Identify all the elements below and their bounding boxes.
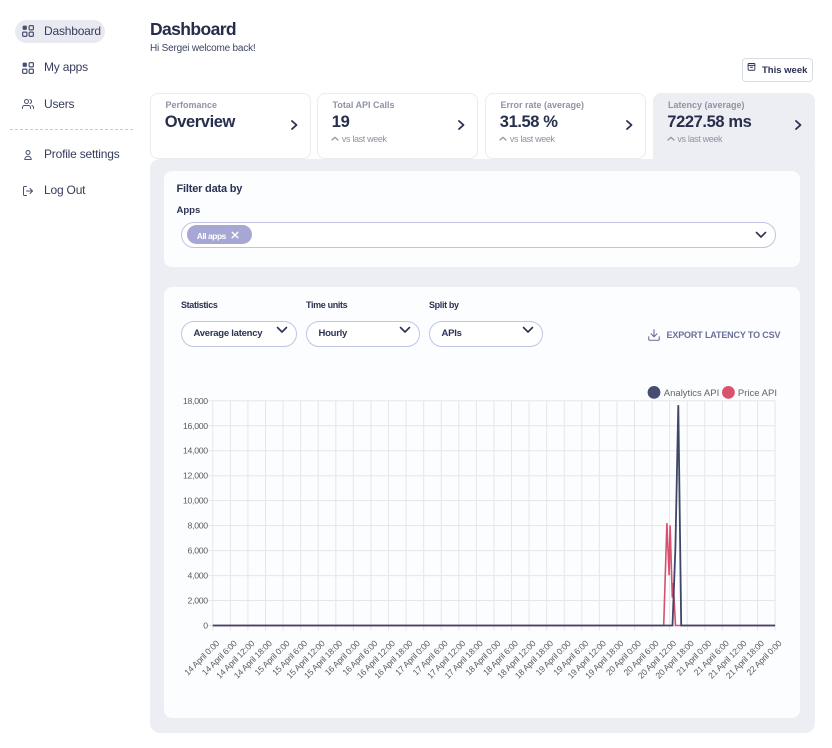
svg-text:8,000: 8,000 <box>187 520 208 530</box>
svg-text:10,000: 10,000 <box>183 495 208 505</box>
svg-text:16,000: 16,000 <box>183 420 208 430</box>
svg-text:14,000: 14,000 <box>183 445 208 455</box>
svg-text:Analytics API: Analytics API <box>663 387 718 398</box>
svg-text:2,000: 2,000 <box>187 595 208 605</box>
svg-text:18,000: 18,000 <box>183 395 208 405</box>
svg-text:Price API: Price API <box>737 387 776 398</box>
svg-text:12,000: 12,000 <box>183 470 208 480</box>
svg-text:0: 0 <box>203 620 208 630</box>
svg-text:4,000: 4,000 <box>187 570 208 580</box>
svg-text:6,000: 6,000 <box>187 545 208 555</box>
